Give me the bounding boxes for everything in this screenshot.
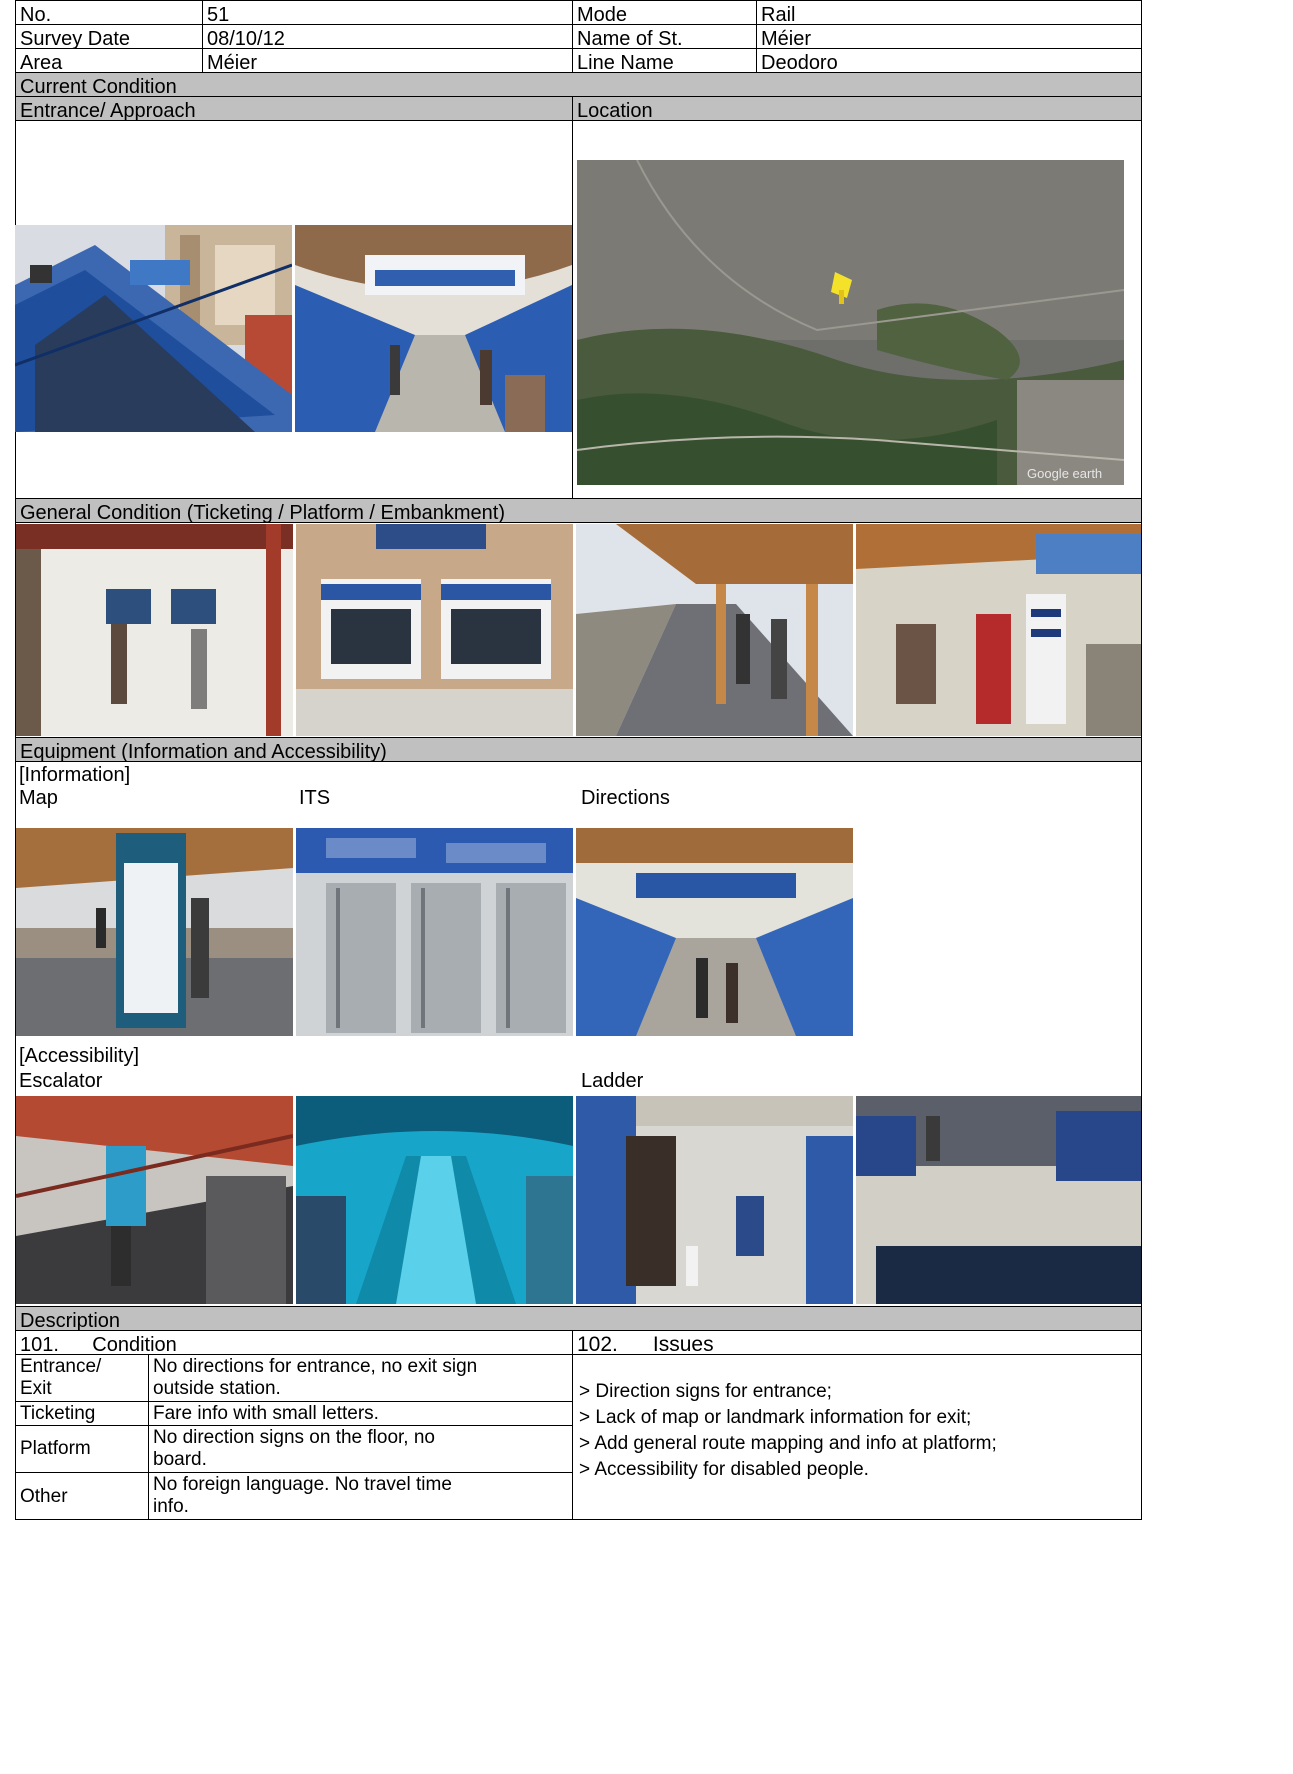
issue-item: > Add general route mapping and info at …	[579, 1433, 997, 1454]
area-label: Area	[15, 48, 203, 72]
no-value: 51	[203, 0, 573, 24]
station-name-label: Name of St.	[573, 24, 757, 48]
ticket-window-photo	[16, 524, 293, 736]
issue-item: > Lack of map or landmark information fo…	[579, 1407, 972, 1428]
entrance-bridge-photo	[15, 225, 292, 432]
map-caption: Map	[19, 787, 58, 809]
condition-text-ticketing: Fare info with small letters.	[149, 1401, 573, 1425]
survey-sheet: No. 51 Mode Rail Survey Date 08/10/12 Na…	[0, 0, 1293, 1774]
issues-list: > Direction signs for entrance; > Lack o…	[573, 1354, 1142, 1520]
issue-item: > Direction signs for entrance;	[579, 1381, 832, 1402]
directions-sign-photo	[576, 828, 853, 1036]
condition-category-other: Other	[15, 1472, 149, 1520]
entrance-walkway-photo	[295, 225, 572, 432]
description-heading: Description	[15, 1306, 1142, 1330]
condition-heading: 101. Condition	[15, 1330, 573, 1354]
escalator-caption: Escalator	[19, 1070, 103, 1092]
condition-category-entrance: Entrance/ Exit	[15, 1354, 149, 1401]
issues-heading: 102. Issues	[573, 1330, 1142, 1354]
map-board-photo	[16, 828, 293, 1036]
area-value: Méier	[203, 48, 573, 72]
location-satellite-map: Google earth	[577, 160, 1124, 485]
ladder-photo-1	[576, 1096, 853, 1304]
general-condition-heading: General Condition (Ticketing / Platform …	[15, 498, 1142, 522]
condition-text-platform: No direction signs on the floor, no boar…	[149, 1425, 573, 1472]
issue-item: > Accessibility for disabled people.	[579, 1459, 869, 1480]
location-heading: Location	[573, 96, 1142, 120]
escalator-photo-2	[296, 1096, 573, 1304]
map-watermark: Google earth	[1027, 466, 1102, 481]
station-name-value: Méier	[757, 24, 1142, 48]
condition-text-other: No foreign language. No travel time info…	[149, 1472, 573, 1520]
condition-category-platform: Platform	[15, 1425, 149, 1472]
survey-date-label: Survey Date	[15, 24, 203, 48]
entrance-approach-heading: Entrance/ Approach	[15, 96, 573, 120]
mode-value: Rail	[757, 0, 1142, 24]
condition-text-entrance: No directions for entrance, no exit sign…	[149, 1354, 573, 1401]
information-subheading: [Information]	[19, 764, 131, 786]
equipment-heading: Equipment (Information and Accessibility…	[15, 737, 1142, 761]
line-name-value: Deodoro	[757, 48, 1142, 72]
condition-category-ticketing: Ticketing	[15, 1401, 149, 1425]
platform-photo-2	[856, 524, 1141, 736]
escalator-photo-1	[16, 1096, 293, 1304]
platform-photo-1	[576, 524, 853, 736]
survey-date-value: 08/10/12	[203, 24, 573, 48]
directions-caption: Directions	[581, 787, 670, 809]
no-label: No.	[15, 0, 203, 24]
line-name-label: Line Name	[573, 48, 757, 72]
ticket-booth-photo	[296, 524, 573, 736]
current-condition-heading: Current Condition	[15, 72, 1142, 96]
accessibility-subheading: [Accessibility]	[19, 1045, 140, 1067]
ladder-photo-2	[856, 1096, 1141, 1304]
its-caption: ITS	[299, 787, 331, 809]
its-turnstile-photo	[296, 828, 573, 1036]
ladder-caption: Ladder	[581, 1070, 644, 1092]
mode-label: Mode	[573, 0, 757, 24]
